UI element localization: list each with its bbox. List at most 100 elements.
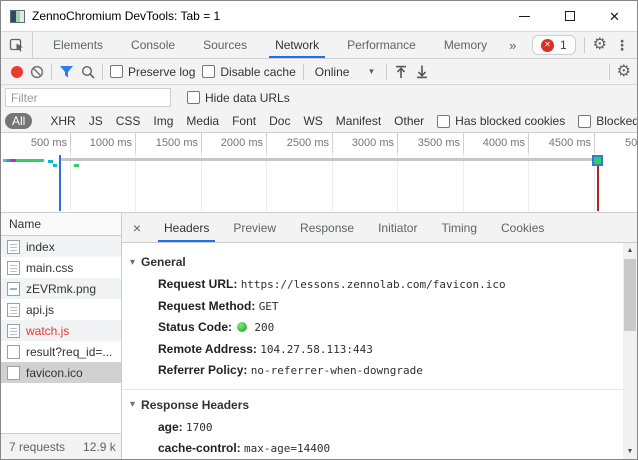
tab-performance[interactable]: Performance bbox=[333, 32, 430, 58]
timeline-gridline bbox=[201, 133, 202, 211]
detail-tabbar: × Headers Preview Response Initiator Tim… bbox=[122, 213, 637, 243]
preserve-log-checkbox[interactable] bbox=[110, 65, 123, 78]
network-overview-timeline[interactable]: 500 ms 1000 ms 1500 ms 2000 ms 2500 ms 3… bbox=[1, 133, 637, 213]
divider bbox=[584, 37, 585, 53]
disable-cache-checkbox[interactable] bbox=[202, 65, 215, 78]
timeline-tick-label: 4500 ms bbox=[531, 137, 591, 149]
menu-dots-icon[interactable]: ⋮ bbox=[615, 38, 629, 52]
tab-console[interactable]: Console bbox=[117, 32, 189, 58]
document-icon bbox=[7, 261, 20, 275]
tab-sources[interactable]: Sources bbox=[189, 32, 261, 58]
divider bbox=[386, 64, 387, 80]
maximize-button[interactable] bbox=[547, 1, 592, 31]
filter-toggle-button[interactable] bbox=[59, 65, 74, 78]
import-har-button[interactable] bbox=[394, 65, 408, 79]
overview-total-bar bbox=[59, 158, 598, 161]
throttling-dropdown[interactable]: Online ▼ bbox=[311, 65, 380, 79]
timeline-gridline bbox=[594, 133, 595, 211]
request-row-zevrmk[interactable]: zEVRmk.png bbox=[1, 278, 121, 299]
error-badge[interactable]: ✕ 1 bbox=[532, 35, 576, 55]
request-row-apijs[interactable]: api.js bbox=[1, 299, 121, 320]
divider bbox=[303, 64, 304, 80]
search-button[interactable] bbox=[81, 65, 95, 79]
filter-pill-doc[interactable]: Doc bbox=[269, 114, 290, 128]
status-ok-icon bbox=[237, 322, 247, 332]
tab-network[interactable]: Network bbox=[261, 32, 333, 58]
search-icon bbox=[81, 65, 95, 79]
header-row-status-code: Status Code: 200 bbox=[130, 317, 637, 339]
request-row-favicon[interactable]: favicon.ico bbox=[1, 362, 121, 383]
triangle-down-icon: ▾ bbox=[130, 399, 135, 410]
filter-input[interactable] bbox=[5, 88, 171, 107]
close-button[interactable]: ✕ bbox=[592, 1, 637, 31]
filter-pill-ws[interactable]: WS bbox=[303, 114, 322, 128]
filter-pill-font[interactable]: Font bbox=[232, 114, 256, 128]
filter-pill-js[interactable]: JS bbox=[89, 114, 103, 128]
request-row-result[interactable]: result?req_id=... bbox=[1, 341, 121, 362]
timeline-gridline bbox=[70, 133, 71, 211]
divider bbox=[51, 64, 52, 80]
tab-memory[interactable]: Memory bbox=[430, 32, 501, 58]
timeline-tick-label: 1000 ms bbox=[72, 137, 132, 149]
hide-data-urls-checkbox[interactable] bbox=[187, 91, 200, 104]
network-summary-bar: 7 requests 12.9 k bbox=[1, 433, 121, 459]
scrollbar-thumb[interactable] bbox=[624, 259, 636, 331]
settings-gear-icon[interactable]: ⚙ bbox=[593, 37, 607, 53]
detail-tab-headers[interactable]: Headers bbox=[152, 213, 221, 242]
filter-pill-media[interactable]: Media bbox=[186, 114, 219, 128]
timeline-gridline bbox=[332, 133, 333, 211]
detail-tab-initiator[interactable]: Initiator bbox=[366, 213, 429, 242]
record-button[interactable] bbox=[11, 66, 23, 78]
detail-tab-preview[interactable]: Preview bbox=[221, 213, 288, 242]
title-bar: ZennoChromium DevTools: Tab = 1 ✕ bbox=[1, 1, 637, 31]
filter-pill-manifest[interactable]: Manifest bbox=[336, 114, 381, 128]
detail-tab-cookies[interactable]: Cookies bbox=[489, 213, 556, 242]
request-row-maincss[interactable]: main.css bbox=[1, 257, 121, 278]
overview-request-bar bbox=[74, 164, 79, 167]
domcontentloaded-marker-line bbox=[59, 155, 61, 211]
filter-pill-xhr[interactable]: XHR bbox=[50, 114, 75, 128]
document-icon bbox=[7, 303, 20, 317]
request-row-index[interactable]: index bbox=[1, 236, 121, 257]
header-row-remote-address: Remote Address: 104.27.58.113:443 bbox=[130, 339, 637, 361]
window-title: ZennoChromium DevTools: Tab = 1 bbox=[32, 9, 220, 23]
response-headers-section-toggle[interactable]: ▾ Response Headers bbox=[130, 390, 637, 417]
header-row-referrer-policy: Referrer Policy: no-referrer-when-downgr… bbox=[130, 360, 637, 382]
more-tabs-icon[interactable]: » bbox=[501, 32, 524, 58]
image-icon bbox=[7, 282, 20, 296]
detail-tab-timing[interactable]: Timing bbox=[429, 213, 489, 242]
network-settings-gear-icon[interactable]: ⚙ bbox=[617, 64, 631, 80]
scroll-down-icon[interactable]: ▼ bbox=[623, 444, 637, 459]
preserve-log-label: Preserve log bbox=[128, 65, 195, 79]
filter-pill-all[interactable]: All bbox=[5, 113, 32, 129]
header-row-request-method: Request Method: GET bbox=[130, 296, 637, 318]
timeline-tick-label: 500 ms bbox=[7, 137, 67, 149]
filter-pill-img[interactable]: Img bbox=[153, 114, 173, 128]
timeline-tick-label: 1500 ms bbox=[138, 137, 198, 149]
inspect-element-button[interactable] bbox=[1, 32, 33, 58]
divider bbox=[102, 64, 103, 80]
scrollbar[interactable]: ▲ ▼ bbox=[623, 243, 637, 459]
scroll-up-icon[interactable]: ▲ bbox=[623, 243, 637, 258]
network-toolbar: Preserve log Disable cache Online ▼ bbox=[1, 59, 637, 85]
general-section-toggle[interactable]: ▾ General bbox=[130, 247, 637, 274]
name-column-header[interactable]: Name bbox=[1, 213, 121, 236]
request-row-watchjs[interactable]: watch.js bbox=[1, 320, 121, 341]
close-detail-button[interactable]: × bbox=[122, 213, 152, 242]
download-icon bbox=[415, 65, 429, 79]
export-har-button[interactable] bbox=[415, 65, 429, 79]
filter-pill-css[interactable]: CSS bbox=[116, 114, 141, 128]
tab-elements[interactable]: Elements bbox=[39, 32, 117, 58]
header-row-request-url: Request URL: https://lessons.zennolab.co… bbox=[130, 274, 637, 296]
filter-pill-other[interactable]: Other bbox=[394, 114, 424, 128]
clear-button[interactable] bbox=[30, 65, 44, 79]
clear-icon bbox=[30, 65, 44, 79]
has-blocked-cookies-checkbox[interactable] bbox=[437, 115, 450, 128]
error-icon: ✕ bbox=[541, 39, 554, 52]
timeline-gridline bbox=[135, 133, 136, 211]
detail-tab-response[interactable]: Response bbox=[288, 213, 366, 242]
hide-data-urls-label: Hide data URLs bbox=[205, 91, 290, 105]
timeline-gridline bbox=[528, 133, 529, 211]
minimize-button[interactable] bbox=[502, 1, 547, 31]
blocked-requests-checkbox[interactable] bbox=[578, 115, 591, 128]
